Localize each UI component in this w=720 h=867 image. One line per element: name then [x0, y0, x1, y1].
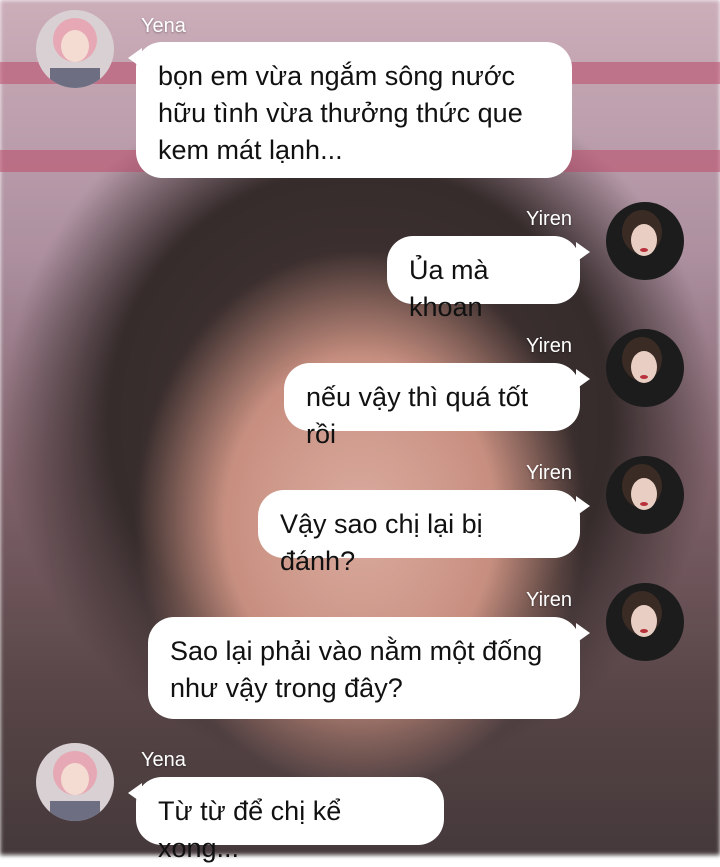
avatar-yiren[interactable]: [606, 583, 684, 661]
avatar-yiren[interactable]: [606, 202, 684, 280]
sender-name: Yena: [141, 15, 186, 37]
avatar-yena[interactable]: [36, 10, 114, 88]
sender-name: Yiren: [526, 589, 572, 611]
message-bubble: Vậy sao chị lại bị đánh?: [258, 490, 580, 576]
avatar-yiren[interactable]: [606, 456, 684, 534]
avatar-yiren[interactable]: [606, 329, 684, 407]
message-bubble: Ủa mà khoan: [387, 236, 580, 322]
message-bubble: nếu vậy thì quá tốt rồi: [284, 363, 580, 449]
sender-name: Yena: [141, 749, 186, 771]
sender-name: Yiren: [526, 208, 572, 230]
message-bubble: bọn em vừa ngắm sông nước hữu tình vừa t…: [136, 42, 572, 178]
message-bubble: Sao lại phải vào nằm một đống như vậy tr…: [148, 617, 580, 719]
sender-name: Yiren: [526, 462, 572, 484]
sender-name: Yiren: [526, 335, 572, 357]
avatar-yena[interactable]: [36, 743, 114, 821]
message-bubble: Từ từ để chị kể xong...: [136, 777, 444, 863]
